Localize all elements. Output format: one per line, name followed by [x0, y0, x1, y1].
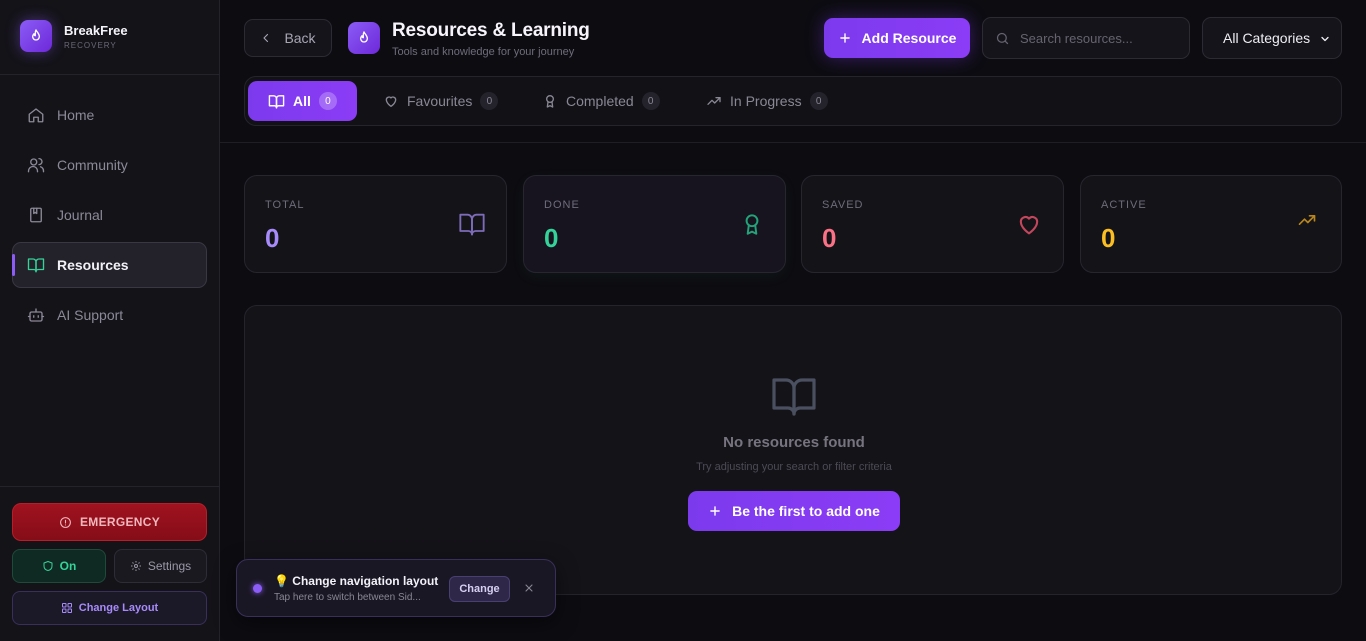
sidebar-item-community[interactable]: Community — [12, 142, 207, 188]
add-resource-label: Add Resource — [861, 30, 957, 46]
stat-value: 0 — [822, 223, 837, 253]
sidebar-item-label: Journal — [57, 207, 103, 223]
heart-icon — [383, 93, 407, 109]
divider — [0, 74, 219, 75]
divider — [220, 142, 1366, 143]
emergency-button[interactable]: EMERGENCY — [12, 503, 207, 541]
plus-icon — [838, 31, 862, 45]
sidebar-item-label: Community — [57, 157, 128, 173]
notebook-icon — [27, 206, 45, 224]
page-title: Resources & Learning — [392, 20, 590, 41]
shield-icon — [42, 560, 60, 572]
stat-card-active: ACTIVE 0 — [1080, 175, 1342, 273]
book-open-icon — [770, 372, 818, 420]
sidebar-item-journal[interactable]: Journal — [12, 192, 207, 238]
filter-tabs: All 0 Favourites 0 Completed 0 In Progre… — [244, 76, 1342, 126]
award-icon — [542, 93, 566, 109]
toggle-label: On — [59, 559, 77, 573]
change-layout-label: Change Layout — [78, 602, 159, 614]
brand-subtitle: RECOVERY — [64, 40, 117, 50]
sidebar-item-label: AI Support — [57, 307, 124, 323]
stat-value: 0 — [265, 223, 280, 253]
change-layout-button[interactable]: Change Layout — [12, 591, 207, 625]
add-first-resource-label: Be the first to add one — [732, 503, 880, 519]
stat-label: DONE — [544, 199, 580, 211]
users-icon — [27, 156, 45, 174]
tab-count: 0 — [809, 92, 828, 110]
tab-count: 0 — [641, 92, 660, 110]
stat-card-total: TOTAL 0 — [244, 175, 507, 273]
page-subtitle: Tools and knowledge for your journey — [392, 46, 575, 58]
book-open-icon — [458, 210, 486, 238]
category-select[interactable]: All Categories — [1202, 17, 1342, 59]
tab-label: Favourites — [407, 93, 473, 109]
bot-icon — [27, 306, 45, 324]
tab-label: Completed — [566, 93, 634, 109]
tab-completed[interactable]: Completed 0 — [542, 81, 660, 121]
add-first-resource-button[interactable]: Be the first to add one — [688, 491, 900, 531]
search-icon — [995, 31, 1010, 46]
chevron-left-icon — [260, 32, 284, 44]
book-open-icon — [27, 256, 45, 274]
tab-favourites[interactable]: Favourites 0 — [383, 81, 499, 121]
toast-title: 💡 Change navigation layout — [274, 574, 439, 588]
book-open-icon — [268, 93, 293, 110]
emergency-label: EMERGENCY — [79, 515, 161, 529]
stat-label: TOTAL — [265, 199, 305, 211]
search-box — [982, 17, 1190, 59]
close-icon[interactable] — [523, 582, 535, 594]
stat-value: 0 — [1101, 223, 1116, 253]
settings-label: Settings — [147, 559, 192, 573]
trending-up-icon — [706, 93, 730, 109]
category-select-value: All Categories — [1223, 30, 1311, 46]
stat-card-saved: SAVED 0 — [801, 175, 1064, 273]
award-icon — [739, 210, 765, 238]
tab-count: 0 — [480, 92, 499, 110]
stat-card-done: DONE 0 — [523, 175, 786, 273]
home-icon — [27, 106, 45, 124]
tab-label: All — [293, 93, 311, 109]
flame-icon — [348, 22, 380, 54]
tab-in-progress[interactable]: In Progress 0 — [706, 81, 828, 121]
layout-toast[interactable]: 💡 Change navigation layout Tap here to s… — [236, 559, 556, 617]
sidebar: BreakFree RECOVERY Home Community Journa… — [0, 0, 220, 641]
settings-button[interactable]: Settings — [114, 549, 207, 583]
empty-subtitle: Try adjusting your search or filter crit… — [696, 461, 892, 473]
divider — [0, 486, 219, 487]
tab-label: In Progress — [730, 93, 802, 109]
toast-subtitle: Tap here to switch between Sid... — [274, 592, 421, 603]
status-dot — [253, 584, 262, 593]
sidebar-item-label: Home — [57, 107, 95, 123]
toast-change-button[interactable]: Change — [449, 576, 510, 602]
stat-label: ACTIVE — [1101, 199, 1147, 211]
brand-name: BreakFree — [64, 22, 128, 38]
sidebar-item-resources[interactable]: Resources — [12, 242, 207, 288]
flame-icon — [20, 20, 52, 52]
brand[interactable]: BreakFree RECOVERY — [20, 20, 128, 52]
tab-count: 0 — [318, 92, 337, 110]
search-input[interactable] — [1020, 30, 1180, 46]
stat-value: 0 — [544, 223, 559, 253]
gear-icon — [130, 560, 148, 572]
empty-state: No resources found Try adjusting your se… — [244, 305, 1342, 595]
alert-circle-icon — [59, 516, 80, 529]
grid-icon — [61, 602, 79, 614]
stat-label: SAVED — [822, 199, 864, 211]
back-label: Back — [284, 30, 316, 46]
plus-icon — [708, 504, 732, 518]
sidebar-item-label: Resources — [57, 257, 129, 273]
sidebar-nav: Home Community Journal Resources AI Supp… — [12, 92, 207, 342]
tab-all[interactable]: All 0 — [248, 81, 357, 121]
heart-icon — [1015, 210, 1043, 238]
trending-up-icon — [1293, 210, 1321, 230]
empty-title: No resources found — [723, 434, 865, 451]
sidebar-item-ai-support[interactable]: AI Support — [12, 292, 207, 338]
sidebar-item-home[interactable]: Home — [12, 92, 207, 138]
protection-toggle[interactable]: On — [12, 549, 106, 583]
back-button[interactable]: Back — [244, 19, 332, 57]
add-resource-button[interactable]: Add Resource — [824, 18, 970, 58]
